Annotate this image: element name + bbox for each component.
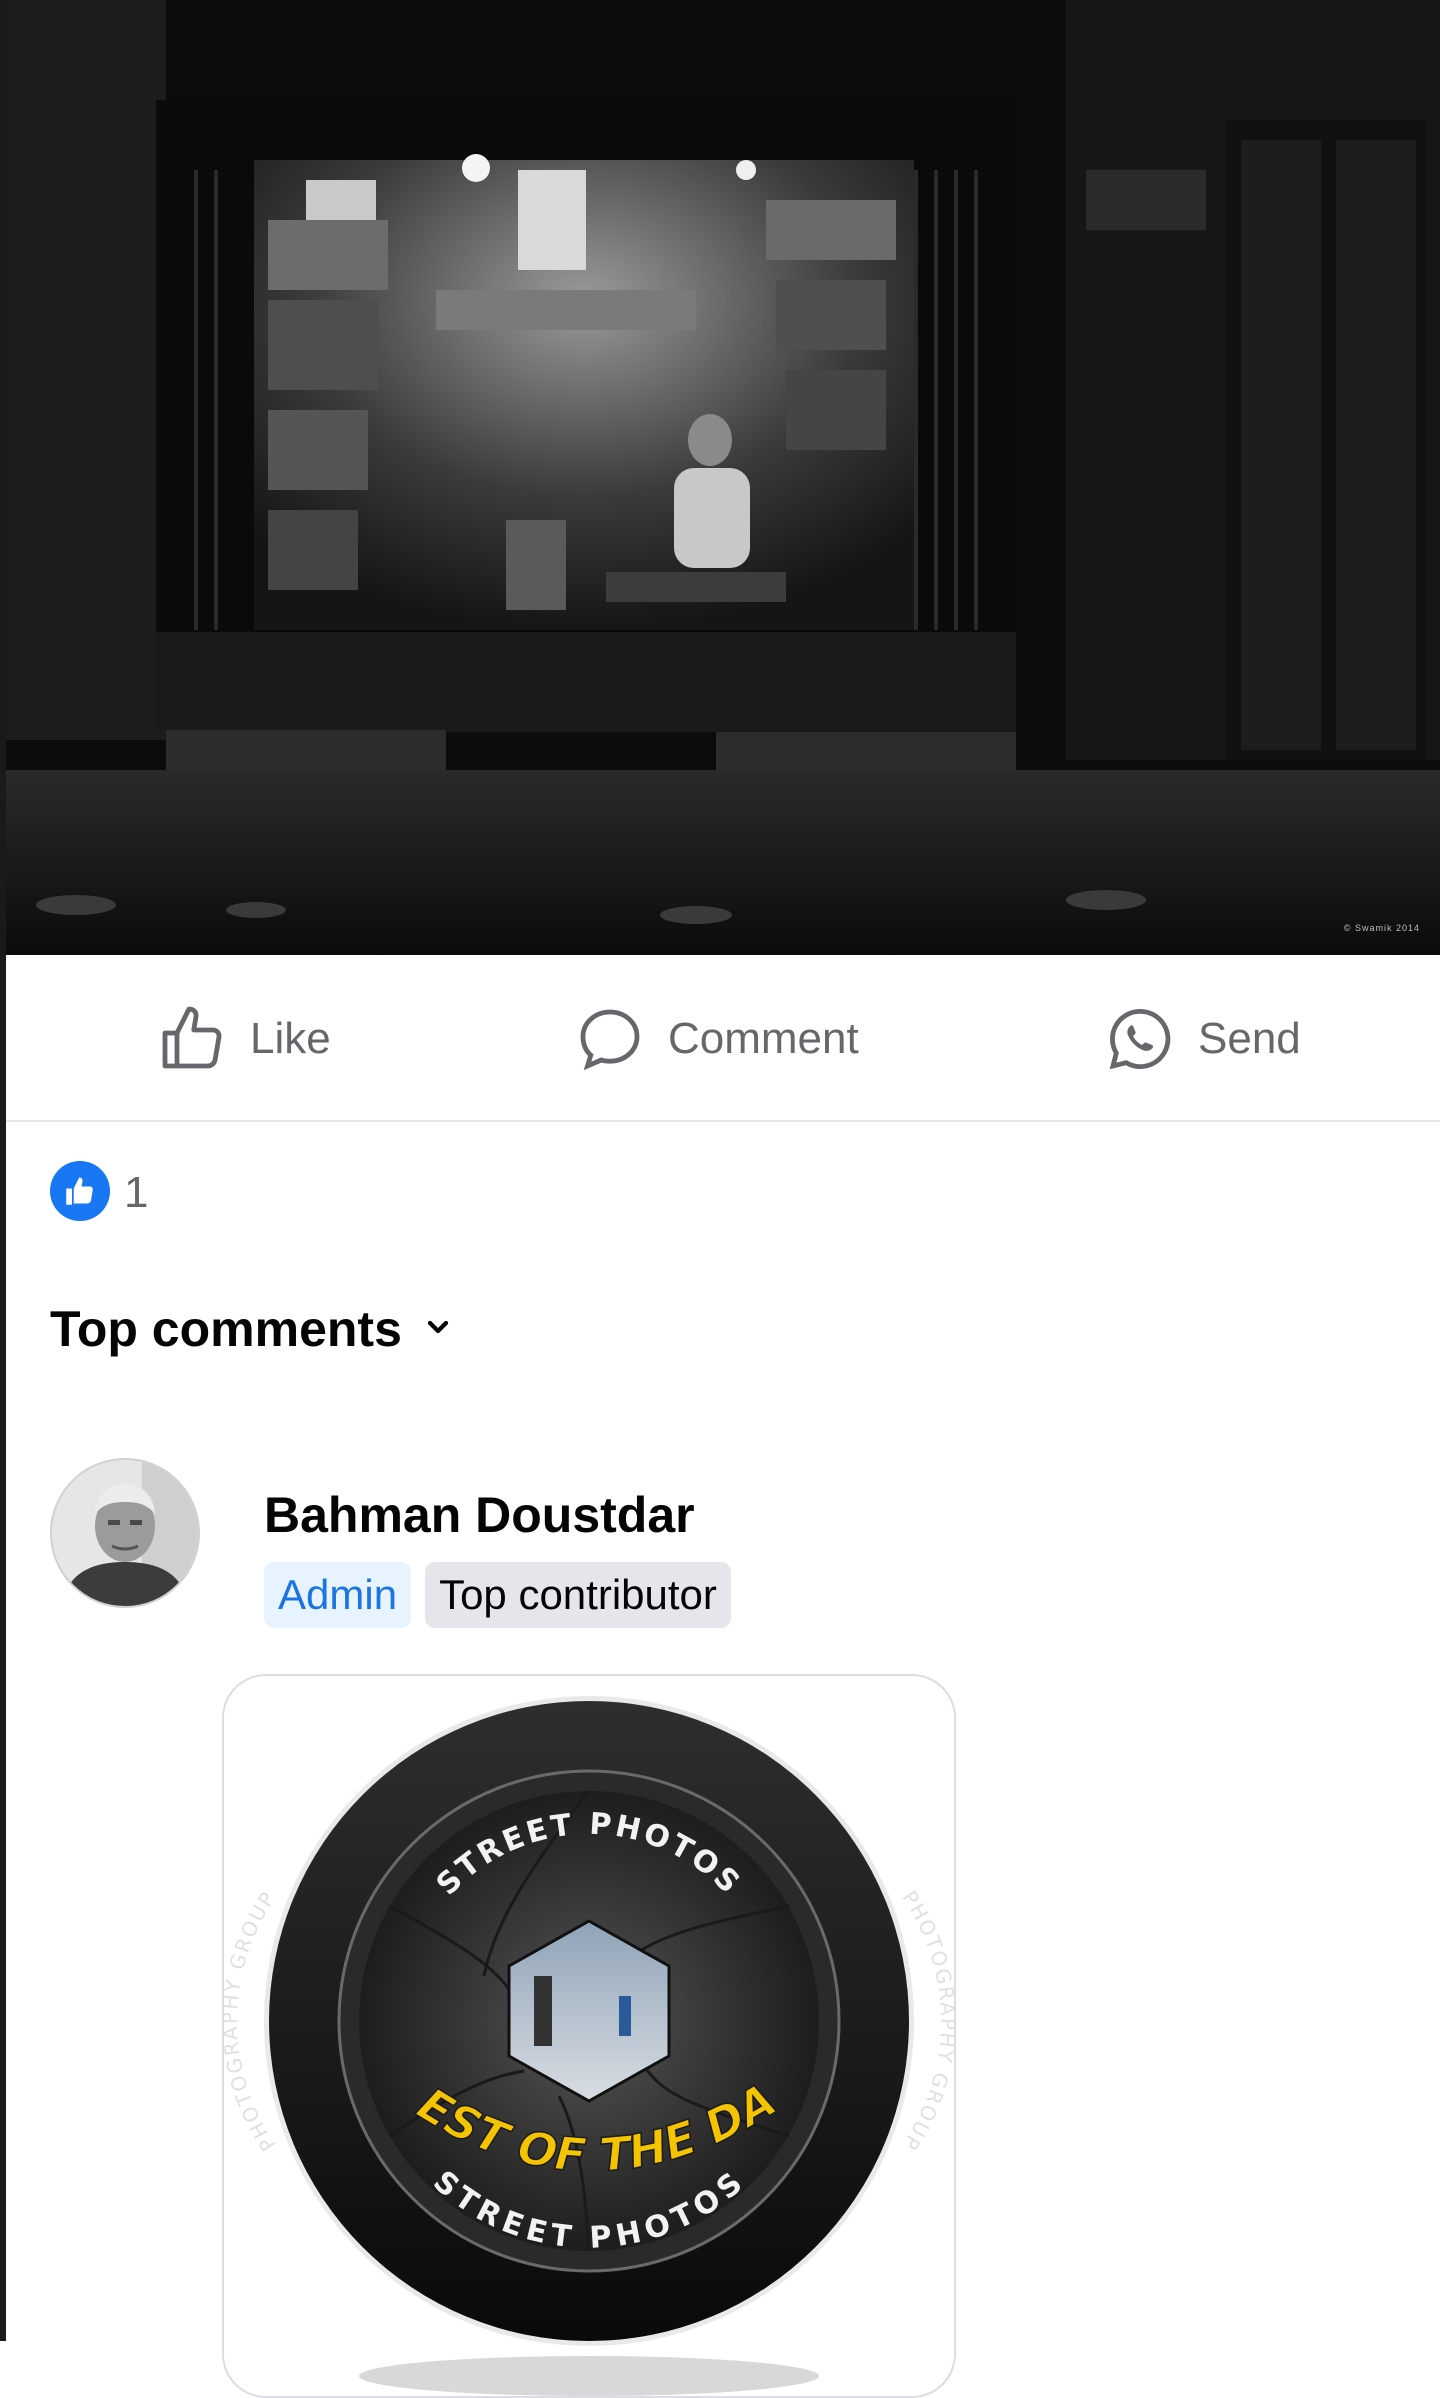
reaction-count: 1: [124, 1168, 149, 1217]
street-shop-night-photo: [6, 0, 1440, 955]
comment-label: Comment: [668, 1014, 859, 1063]
commenter-avatar[interactable]: [50, 1458, 200, 1608]
comment-author-name[interactable]: Bahman Doustdar: [264, 1486, 695, 1544]
admin-badge: Admin: [264, 1562, 412, 1628]
comments-sort-dropdown[interactable]: Top comments: [50, 1300, 454, 1358]
like-label: Like: [250, 1014, 331, 1063]
comment-button[interactable]: Comment: [574, 958, 859, 1120]
comments-sort-label: Top comments: [50, 1301, 402, 1357]
post-photo[interactable]: © Swamik 2014: [6, 0, 1440, 955]
reactions-summary[interactable]: 1: [50, 1160, 149, 1226]
photo-watermark: © Swamik 2014: [1343, 923, 1420, 933]
like-reaction-icon: [50, 1160, 110, 1226]
whatsapp-icon: [1104, 1003, 1176, 1075]
post-action-bar: Like Comment Send: [6, 958, 1440, 1122]
street-photos-sticker: STREET PHOTOS STREET PHOTOS PHOTOGRAPHY …: [224, 1676, 954, 2396]
thumbs-up-outline-icon: [156, 1003, 228, 1075]
send-button[interactable]: Send: [1104, 958, 1301, 1120]
author-badges: Admin Top contributor: [264, 1562, 731, 1628]
chevron-down-icon: [422, 1311, 454, 1348]
send-label: Send: [1198, 1014, 1301, 1063]
comment-sticker[interactable]: STREET PHOTOS STREET PHOTOS PHOTOGRAPHY …: [222, 1674, 956, 2398]
speech-bubble-icon: [574, 1003, 646, 1075]
top-contributor-badge: Top contributor: [425, 1562, 731, 1628]
like-button[interactable]: Like: [156, 958, 331, 1120]
